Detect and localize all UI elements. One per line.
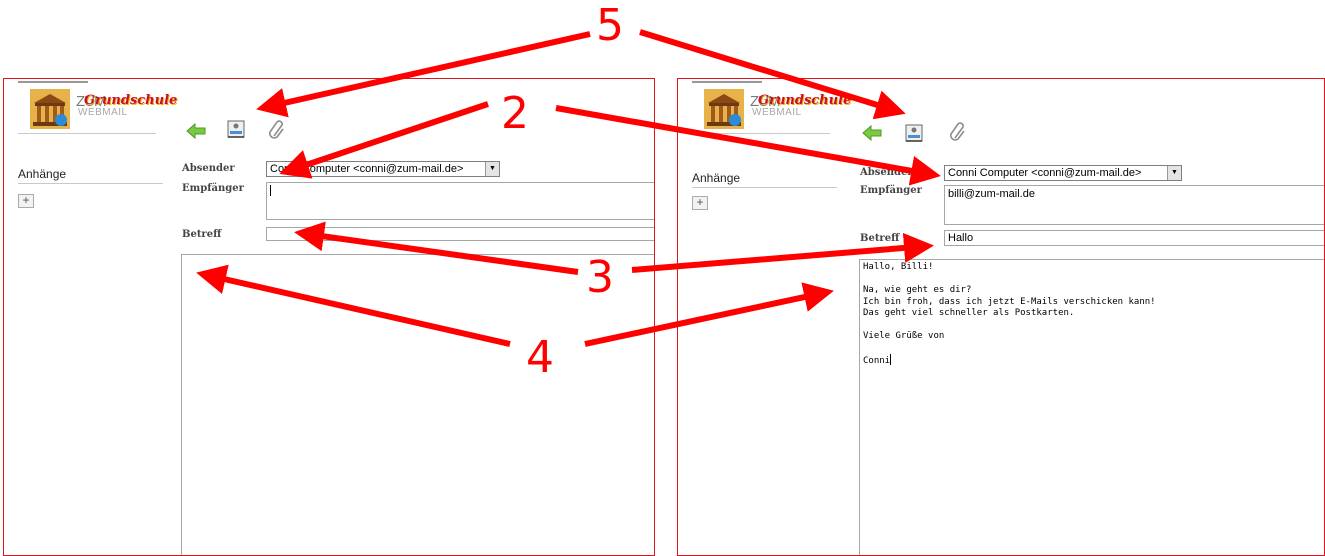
- text-caret: [890, 354, 892, 365]
- message-body-field[interactable]: Hallo, Billi! Na, wie geht es dir? Ich b…: [859, 259, 1324, 555]
- sender-select-value: Conni Computer <conni@zum-mail.de>: [270, 163, 464, 175]
- temple-icon: [704, 89, 744, 129]
- text-caret: [270, 185, 271, 196]
- annotation-number-4: 4: [526, 332, 554, 383]
- logo-grundschule-text: Grundschule: [84, 93, 178, 108]
- logo-webmail-text: WEBMAIL: [78, 107, 128, 118]
- sender-select[interactable]: Conni Computer <conni@zum-mail.de> ▼: [944, 165, 1182, 181]
- zum-webmail-logo: ZUM WEBMAIL Grundschule: [692, 81, 851, 134]
- recipient-value: billi@zum-mail.de: [948, 188, 1035, 200]
- annotation-number-2: 2: [501, 88, 529, 139]
- subject-field[interactable]: Hallo: [944, 230, 1324, 246]
- paperclip-icon[interactable]: [948, 121, 968, 141]
- add-attachment-button[interactable]: +: [692, 196, 708, 210]
- logo-webmail-text: WEBMAIL: [752, 107, 802, 118]
- attachments-label: Anhänge: [18, 167, 163, 184]
- logo-rule-bottom: [18, 133, 156, 134]
- sender-select-value: Conni Computer <conni@zum-mail.de>: [948, 167, 1142, 179]
- annotation-number-3: 3: [586, 252, 614, 303]
- back-arrow-icon[interactable]: [186, 121, 206, 141]
- chevron-down-icon[interactable]: ▼: [1167, 166, 1181, 180]
- chevron-down-icon[interactable]: ▼: [485, 162, 499, 176]
- left-compose-window: ZUM WEBMAIL Grundschule Anhänge + Absend…: [3, 78, 655, 556]
- sender-select[interactable]: Conni Computer <conni@zum-mail.de> ▼: [266, 161, 500, 177]
- add-attachment-button[interactable]: +: [18, 194, 34, 208]
- recipient-label: Empfänger: [860, 185, 922, 196]
- address-book-icon[interactable]: [904, 123, 924, 143]
- paperclip-icon[interactable]: [267, 119, 287, 139]
- recipient-field[interactable]: billi@zum-mail.de: [944, 185, 1324, 225]
- back-arrow-icon[interactable]: [862, 123, 882, 143]
- logo-rule-top: [18, 81, 88, 83]
- subject-label: Betreff: [182, 229, 222, 240]
- logo-grundschule-text: Grundschule: [758, 93, 852, 108]
- annotation-number-5: 5: [596, 0, 624, 51]
- subject-label: Betreff: [860, 233, 900, 244]
- sender-label: Absender: [182, 163, 235, 174]
- attachments-label: Anhänge: [692, 171, 837, 188]
- recipient-label: Empfänger: [182, 183, 244, 194]
- logo-rule-top: [692, 81, 762, 83]
- temple-icon: [30, 89, 70, 129]
- sender-label: Absender: [860, 167, 913, 178]
- recipient-field[interactable]: [266, 182, 654, 220]
- message-body-field[interactable]: [181, 254, 654, 555]
- zum-webmail-logo: ZUM WEBMAIL Grundschule: [18, 81, 177, 134]
- subject-value: Hallo: [948, 232, 974, 244]
- message-body-value: Hallo, Billi! Na, wie geht es dir? Ich b…: [863, 262, 1156, 366]
- right-compose-window: ZUM WEBMAIL Grundschule Anhänge + Absend…: [677, 78, 1325, 556]
- logo-rule-bottom: [692, 133, 830, 134]
- message-body-text: Hallo, Billi! Na, wie geht es dir? Ich b…: [860, 260, 1324, 370]
- subject-field[interactable]: [266, 227, 654, 241]
- address-book-icon[interactable]: [226, 119, 246, 139]
